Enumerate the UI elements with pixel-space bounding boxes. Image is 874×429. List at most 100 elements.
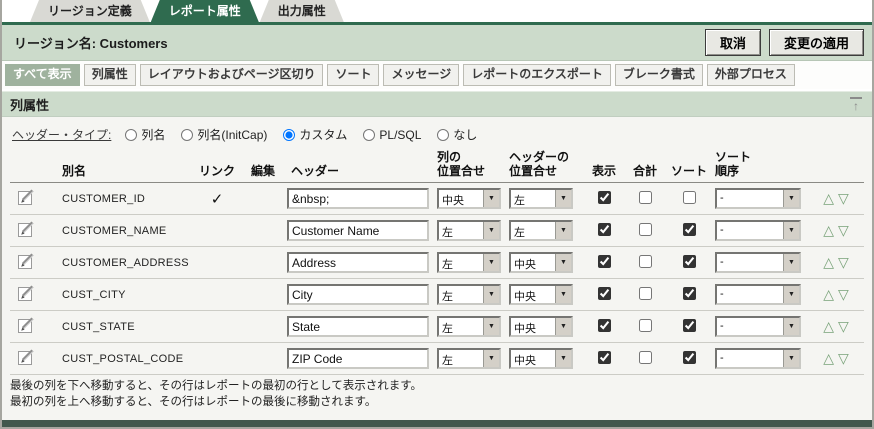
column-alignment-select[interactable]: 左▼ <box>437 316 501 337</box>
header-type-label[interactable]: ヘッダー・タイプ: <box>12 126 111 143</box>
show-checkbox[interactable] <box>598 223 611 236</box>
sort-checkbox[interactable] <box>683 255 696 268</box>
radio-plsql[interactable]: PL/SQL <box>363 128 421 142</box>
move-down-button[interactable]: ▽ <box>838 286 849 302</box>
sort-sequence-select[interactable]: -▼ <box>715 252 801 273</box>
heading-alignment-select[interactable]: 中央▼ <box>509 284 573 305</box>
dropdown-arrow-icon: ▼ <box>783 350 799 367</box>
dropdown-arrow-icon: ▼ <box>555 254 571 271</box>
sum-checkbox[interactable] <box>639 223 652 236</box>
column-alignment-select[interactable]: 左▼ <box>437 220 501 241</box>
subnav-sorting[interactable]: ソート <box>327 64 379 86</box>
subnav-layout-pagination[interactable]: レイアウトおよびページ区切り <box>140 64 324 86</box>
subnav-break-formatting[interactable]: ブレーク書式 <box>615 64 703 86</box>
edit-pencil-icon[interactable] <box>18 220 38 238</box>
subnav-column-attributes[interactable]: 列属性 <box>84 64 136 86</box>
show-checkbox[interactable] <box>598 319 611 332</box>
apply-changes-button[interactable]: 変更の適用 <box>769 29 864 56</box>
sort-sequence-select[interactable]: -▼ <box>715 284 801 305</box>
sort-checkbox[interactable] <box>683 191 696 204</box>
sum-checkbox[interactable] <box>639 191 652 204</box>
radio-column-names[interactable]: 列名 <box>125 126 165 143</box>
table-header-row: 別名 リンク 編集 ヘッダー 列の位置合せ ヘッダーの位置合せ 表示 合計 ソー… <box>10 148 864 183</box>
heading-alignment-select[interactable]: 左▼ <box>509 188 573 209</box>
tab-region-definition[interactable]: リージョン定義 <box>30 0 150 22</box>
sum-checkbox[interactable] <box>639 351 652 364</box>
move-up-button[interactable]: △ <box>823 190 834 206</box>
radio-input[interactable] <box>125 129 137 141</box>
show-checkbox[interactable] <box>598 351 611 364</box>
heading-input[interactable] <box>287 348 429 369</box>
show-checkbox[interactable] <box>598 191 611 204</box>
column-alignment-select[interactable]: 左▼ <box>437 284 501 305</box>
radio-input[interactable] <box>283 129 295 141</box>
edit-pencil-icon[interactable] <box>18 316 38 334</box>
heading-alignment-select[interactable]: 中央▼ <box>509 252 573 273</box>
sum-checkbox[interactable] <box>639 319 652 332</box>
sort-checkbox[interactable] <box>683 351 696 364</box>
radio-none[interactable]: なし <box>437 126 477 143</box>
radio-label: 列名 <box>141 126 165 143</box>
show-checkbox[interactable] <box>598 287 611 300</box>
radio-input[interactable] <box>363 129 375 141</box>
sort-sequence-select[interactable]: -▼ <box>715 220 801 241</box>
move-up-button[interactable]: △ <box>823 286 834 302</box>
sum-checkbox[interactable] <box>639 287 652 300</box>
move-down-button[interactable]: ▽ <box>838 254 849 270</box>
move-up-button[interactable]: △ <box>823 350 834 366</box>
dropdown-arrow-icon: ▼ <box>783 318 799 335</box>
heading-alignment-select[interactable]: 中央▼ <box>509 348 573 369</box>
select-value: - <box>717 286 783 303</box>
sort-checkbox[interactable] <box>683 287 696 300</box>
header-alias: 別名 <box>48 148 193 183</box>
header-heading-alignment: ヘッダーの位置合せ <box>507 148 583 183</box>
heading-input[interactable] <box>287 188 429 209</box>
edit-indicator <box>241 343 285 375</box>
dropdown-arrow-icon: ▼ <box>483 222 499 239</box>
sort-checkbox[interactable] <box>683 223 696 236</box>
go-to-top-icon[interactable]: ↑ <box>850 97 862 112</box>
heading-input[interactable] <box>287 220 429 241</box>
subnav-show-all[interactable]: すべて表示 <box>5 64 80 86</box>
subnav-external-processing[interactable]: 外部プロセス <box>707 64 795 86</box>
move-down-button[interactable]: ▽ <box>838 350 849 366</box>
sum-checkbox[interactable] <box>639 255 652 268</box>
footer-line-2: 最初の列を上へ移動すると、その行はレポートの最後に移動されます。 <box>10 394 864 410</box>
section-title: 列属性 <box>10 95 49 114</box>
move-down-button[interactable]: ▽ <box>838 222 849 238</box>
cancel-button[interactable]: 取消 <box>705 29 761 56</box>
move-down-button[interactable]: ▽ <box>838 318 849 334</box>
radio-input[interactable] <box>437 129 449 141</box>
show-checkbox[interactable] <box>598 255 611 268</box>
column-alignment-select[interactable]: 左▼ <box>437 252 501 273</box>
move-up-button[interactable]: △ <box>823 318 834 334</box>
sort-sequence-select[interactable]: -▼ <box>715 316 801 337</box>
sort-sequence-select[interactable]: -▼ <box>715 348 801 369</box>
edit-pencil-icon[interactable] <box>18 188 38 206</box>
sort-sequence-select[interactable]: -▼ <box>715 188 801 209</box>
radio-input[interactable] <box>181 129 193 141</box>
radio-column-names-initcap[interactable]: 列名(InitCap) <box>181 126 267 143</box>
edit-pencil-icon[interactable] <box>18 348 38 366</box>
tab-print-attributes[interactable]: 出力属性 <box>260 0 344 22</box>
tab-report-attributes[interactable]: レポート属性 <box>151 0 259 22</box>
sort-checkbox[interactable] <box>683 319 696 332</box>
column-alignment-select[interactable]: 左▼ <box>437 348 501 369</box>
edit-pencil-icon[interactable] <box>18 284 38 302</box>
edit-pencil-icon[interactable] <box>18 252 38 270</box>
heading-input[interactable] <box>287 316 429 337</box>
subnav-messages[interactable]: メッセージ <box>383 64 459 86</box>
heading-alignment-select[interactable]: 中央▼ <box>509 316 573 337</box>
subnav-report-export[interactable]: レポートのエクスポート <box>463 64 611 86</box>
dropdown-arrow-icon: ▼ <box>555 350 571 367</box>
column-alignment-select[interactable]: 中央▼ <box>437 188 501 209</box>
move-up-button[interactable]: △ <box>823 222 834 238</box>
heading-input[interactable] <box>287 252 429 273</box>
select-value: 中央 <box>511 350 555 367</box>
heading-alignment-select[interactable]: 左▼ <box>509 220 573 241</box>
radio-custom[interactable]: カスタム <box>283 126 347 143</box>
table-row: CUST_STATE 左▼ 中央▼ -▼ △▽ <box>10 311 864 343</box>
heading-input[interactable] <box>287 284 429 305</box>
move-up-button[interactable]: △ <box>823 254 834 270</box>
move-down-button[interactable]: ▽ <box>838 190 849 206</box>
